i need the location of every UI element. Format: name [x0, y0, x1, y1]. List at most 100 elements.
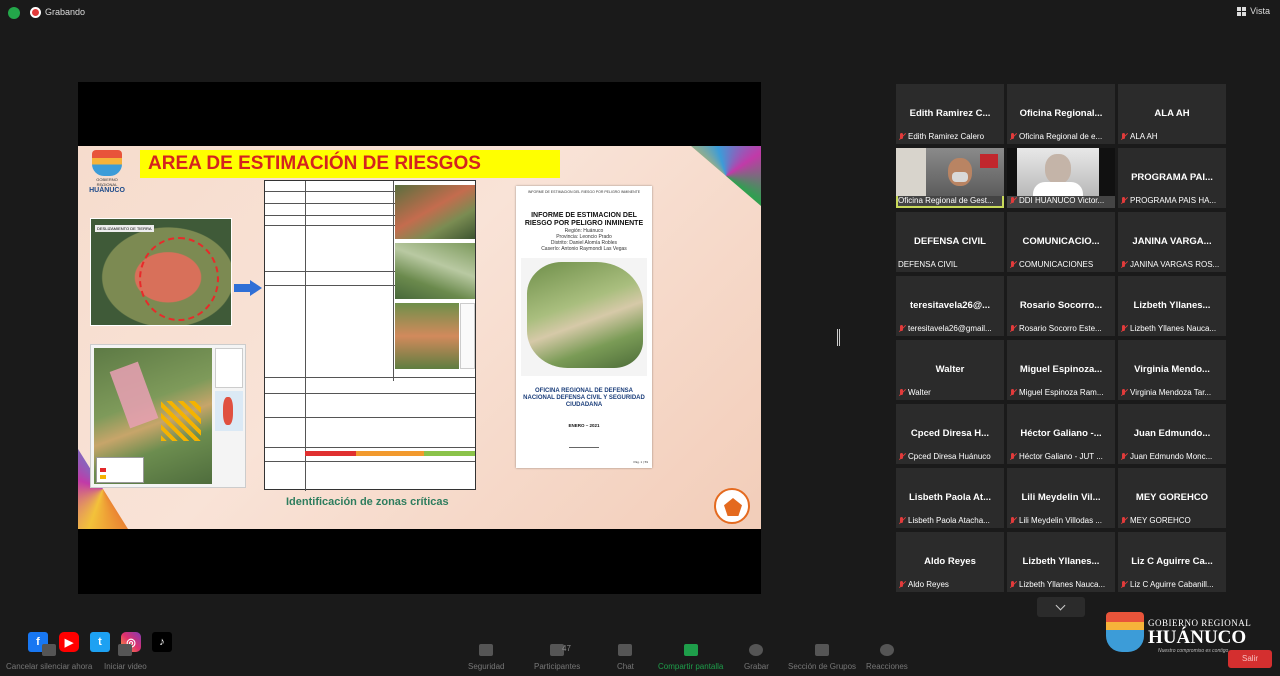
chat-button[interactable]: Chat	[617, 644, 634, 671]
participant-tile[interactable]: Lili Meydelin Vil... Lili Meydelin Villod…	[1007, 468, 1115, 528]
security-label: Seguridad	[468, 662, 505, 671]
participant-display-name: Virginia Mendo...	[1134, 364, 1210, 375]
participant-tile[interactable]: Edith Ramirez C... Edith Ramirez Calero	[896, 84, 1004, 144]
landslide-photo: DESLIZAMIENTO DE TIERRA	[90, 218, 232, 326]
report-hamlet: Caserío: Antonio Raymondi Las Vegas	[541, 246, 627, 252]
participant-footer: DDI HUANUCO Victor...	[1009, 195, 1113, 206]
record-button[interactable]: Grabar	[744, 644, 769, 671]
participant-tile[interactable]: Lizbeth Yllanes... Lizbeth Yllanes Nauca.…	[1007, 532, 1115, 592]
participant-tile[interactable]: Oficina Regional de Gest...	[896, 148, 1004, 208]
breakout-rooms-button[interactable]: Sección de Grupos	[788, 644, 856, 671]
muted-mic-icon	[1009, 388, 1017, 397]
participant-display-name: PROGRAMA PAI...	[1131, 172, 1213, 183]
muted-mic-icon	[1120, 260, 1128, 269]
chat-label: Chat	[617, 662, 634, 671]
participant-name: Oficina Regional de e...	[1019, 132, 1103, 141]
muted-mic-icon	[1009, 132, 1017, 141]
photo-label: DESLIZAMIENTO DE TIERRA	[95, 225, 154, 232]
table-photo	[395, 303, 459, 369]
participants-button[interactable]: 47 Participantes	[534, 644, 580, 671]
encryption-shield-icon[interactable]	[8, 7, 20, 19]
participant-tile[interactable]: Miguel Espinoza... Miguel Espinoza Ram...	[1007, 340, 1115, 400]
participant-display-name: Liz C Aguirre Ca...	[1131, 556, 1213, 567]
participant-display-name: Walter	[935, 364, 965, 375]
presentation-slide: GOBIERNO REGIONAL HUÁNUCO AREA DE ESTIMA…	[78, 146, 761, 529]
participant-name: PROGRAMA PAIS HA...	[1130, 196, 1217, 205]
view-button[interactable]: Vista	[1237, 6, 1270, 16]
participant-name: Cpced Diresa Huánuco	[908, 452, 991, 461]
participant-display-name: DEFENSA CIVIL	[914, 236, 986, 247]
participant-footer: MEY GOREHCO	[1120, 515, 1224, 526]
participant-tile[interactable]: DDI HUANUCO Victor...	[1007, 148, 1115, 208]
participant-tile[interactable]: Juan Edmundo... Juan Edmundo Monc...	[1118, 404, 1226, 464]
rooms-grid-icon	[815, 644, 830, 656]
recording-icon	[30, 7, 41, 18]
participant-tile[interactable]: Lizbeth Yllanes... Lizbeth Yllanes Nauca.…	[1118, 276, 1226, 336]
record-icon	[749, 644, 764, 656]
slide-logo: GOBIERNO REGIONAL HUÁNUCO	[86, 150, 128, 194]
participant-tile[interactable]: PROGRAMA PAI... PROGRAMA PAIS HA...	[1118, 148, 1226, 208]
shield-icon	[479, 644, 494, 656]
reactions-label: Reacciones	[866, 662, 908, 671]
participant-tile[interactable]: MEY GOREHCO MEY GOREHCO	[1118, 468, 1226, 528]
participant-tile[interactable]: COMUNICACIO... COMUNICACIONES	[1007, 212, 1115, 272]
muted-mic-icon	[898, 132, 906, 141]
resize-handle[interactable]	[837, 329, 840, 346]
participant-tile[interactable]: Héctor Galiano -... Héctor Galiano - JUT …	[1007, 404, 1115, 464]
participant-footer: Lizbeth Yllanes Nauca...	[1120, 323, 1224, 334]
participant-tile[interactable]: Aldo Reyes Aldo Reyes	[896, 532, 1004, 592]
participants-count: 47	[562, 644, 571, 653]
participant-footer: Rosario Socorro Este...	[1009, 323, 1113, 334]
table-photo	[395, 243, 475, 299]
table-legend	[460, 303, 475, 369]
report-organization: OFICINA REGIONAL DE DEFENSA NACIONAL DEF…	[523, 388, 645, 408]
participant-video	[896, 148, 1004, 196]
participant-display-name: Juan Edmundo...	[1133, 428, 1211, 439]
participant-name: DDI HUANUCO Victor...	[1019, 196, 1105, 205]
report-cover: INFORME DE ESTIMACION DEL RIESGO POR PEL…	[516, 186, 652, 468]
participant-display-name: Rosario Socorro...	[1019, 300, 1103, 311]
logo-text-big: HUÁNUCO	[89, 187, 125, 194]
participant-tile[interactable]: Virginia Mendo... Virginia Mendoza Tar...	[1118, 340, 1226, 400]
muted-mic-icon	[1009, 516, 1017, 525]
report-map	[521, 258, 647, 376]
participant-tile[interactable]: DEFENSA CIVIL DEFENSA CIVIL	[896, 212, 1004, 272]
critical-zone-outline	[139, 237, 219, 321]
participant-display-name: Edith Ramirez C...	[909, 108, 991, 119]
reactions-button[interactable]: Reacciones	[866, 644, 908, 671]
participant-name: Miguel Espinoza Ram...	[1019, 388, 1104, 397]
participant-footer: DEFENSA CIVIL	[898, 259, 1002, 270]
participant-footer: Lili Meydelin Villodas ...	[1009, 515, 1113, 526]
participant-footer: JANINA VARGAS ROS...	[1120, 259, 1224, 270]
muted-mic-icon	[898, 452, 906, 461]
participant-display-name: teresitavela26@...	[909, 300, 991, 311]
participant-tile[interactable]: Cpced Diresa H... Cpced Diresa Huánuco	[896, 404, 1004, 464]
participant-display-name: Oficina Regional...	[1019, 108, 1103, 119]
participant-tile[interactable]: ALA AH ALA AH	[1118, 84, 1226, 144]
security-button[interactable]: Seguridad	[468, 644, 504, 671]
participant-name: Walter	[908, 388, 931, 397]
participant-footer: COMUNICACIONES	[1009, 259, 1113, 270]
map-legend	[215, 348, 243, 388]
muted-mic-icon	[898, 388, 906, 397]
participant-tile[interactable]: Oficina Regional... Oficina Regional de e…	[1007, 84, 1115, 144]
gallery-scroll-down-button[interactable]	[1037, 597, 1085, 617]
participant-tile[interactable]: Liz C Aguirre Ca... Liz C Aguirre Cabanil…	[1118, 532, 1226, 592]
participant-display-name: Miguel Espinoza...	[1019, 364, 1103, 375]
participant-footer: Edith Ramirez Calero	[898, 131, 1002, 142]
participant-tile[interactable]: JANINA VARGA... JANINA VARGAS ROS...	[1118, 212, 1226, 272]
participant-footer: Oficina Regional de Gest...	[898, 195, 1002, 206]
mute-button[interactable]: Cancelar silenciar ahora	[6, 644, 92, 671]
share-screen-button[interactable]: Compartir pantalla	[658, 644, 723, 671]
participant-tile[interactable]: Rosario Socorro... Rosario Socorro Este..…	[1007, 276, 1115, 336]
participant-video	[1007, 148, 1115, 196]
participant-tile[interactable]: Walter Walter	[896, 340, 1004, 400]
mute-label: Cancelar silenciar ahora	[6, 662, 93, 671]
participant-tile[interactable]: teresitavela26@... teresitavela26@gmail..…	[896, 276, 1004, 336]
participant-tile[interactable]: Lisbeth Paola At... Lisbeth Paola Atacha.…	[896, 468, 1004, 528]
microphone-icon	[42, 644, 57, 656]
muted-mic-icon	[1009, 580, 1017, 589]
participant-name: Lisbeth Paola Atacha...	[908, 516, 990, 525]
exit-button[interactable]: Salir	[1228, 650, 1272, 668]
video-button[interactable]: Iniciar video	[104, 644, 147, 671]
